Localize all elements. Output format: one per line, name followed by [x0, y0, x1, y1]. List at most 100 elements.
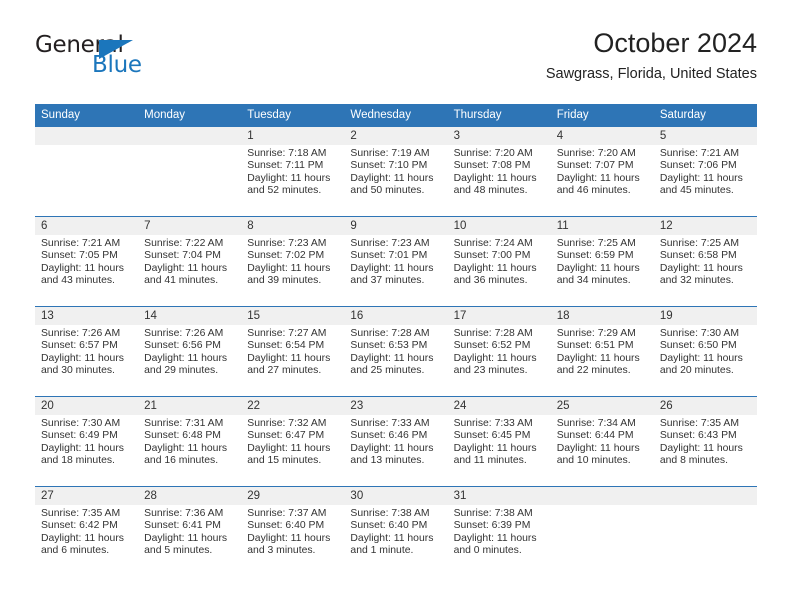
calendar-day-cell[interactable]: 19 Sunrise: 7:30 AM Sunset: 6:50 PM Dayligh… [653, 306, 757, 397]
daylight-text-line2: and 30 minutes. [41, 365, 115, 377]
calendar-day-cell[interactable]: 15 Sunrise: 7:27 AM Sunset: 6:54 PM Dayligh… [241, 306, 345, 397]
day-number: 3 [447, 127, 551, 145]
calendar-day-cell[interactable]: 8 Sunrise: 7:23 AM Sunset: 7:02 PM Daylight… [241, 216, 345, 307]
day-details: Sunrise: 7:21 AM Sunset: 7:05 PM Daylight:… [35, 235, 138, 288]
sunset-text: Sunset: 7:05 PM [41, 250, 118, 262]
calendar-day-cell[interactable]: 20 Sunrise: 7:30 AM Sunset: 6:49 PM Dayligh… [35, 396, 139, 487]
day-number: 6 [35, 217, 139, 235]
day-number: 12 [653, 217, 757, 235]
day-cell-content: 25 Sunrise: 7:34 AM Sunset: 6:44 PM Dayligh… [550, 397, 654, 486]
calendar-day-cell[interactable]: 27 Sunrise: 7:35 AM Sunset: 6:42 PM Dayligh… [35, 486, 139, 576]
sunrise-text: Sunrise: 7:33 AM [453, 418, 533, 429]
calendar-day-cell[interactable]: 29 Sunrise: 7:37 AM Sunset: 6:40 PM Dayligh… [241, 486, 345, 576]
day-details: Sunrise: 7:23 AM Sunset: 7:02 PM Daylight:… [241, 235, 344, 288]
calendar-day-cell[interactable]: 4 Sunrise: 7:20 AM Sunset: 7:07 PM Daylight… [550, 127, 654, 217]
daylight-text-line2: and 22 minutes. [556, 365, 631, 377]
title-block: October 2024 Sawgrass, Florida, United S… [546, 26, 757, 83]
sunrise-text: Sunrise: 7:36 AM [144, 508, 224, 519]
general-blue-logo[interactable]: General Blue [35, 32, 185, 84]
calendar-day-cell[interactable]: 3 Sunrise: 7:20 AM Sunset: 7:08 PM Daylight… [447, 127, 551, 217]
day-number: 24 [447, 397, 551, 415]
daylight-text-line2: and 52 minutes. [247, 185, 322, 197]
sunset-text: Sunset: 6:56 PM [144, 340, 221, 352]
calendar-week-row: 6 Sunrise: 7:21 AM Sunset: 7:05 PM Daylight… [35, 216, 757, 307]
day-details: Sunrise: 7:33 AM Sunset: 6:46 PM Daylight:… [344, 415, 447, 468]
calendar-day-cell[interactable]: 14 Sunrise: 7:26 AM Sunset: 6:56 PM Dayligh… [138, 306, 242, 397]
day-cell-content: 21 Sunrise: 7:31 AM Sunset: 6:48 PM Dayligh… [138, 397, 242, 486]
day-details: Sunrise: 7:31 AM Sunset: 6:48 PM Daylight:… [138, 415, 241, 468]
calendar-day-cell[interactable]: 12 Sunrise: 7:25 AM Sunset: 6:58 PM Dayligh… [653, 216, 757, 307]
daylight-text-line2: and 15 minutes. [247, 455, 322, 467]
daylight-text-line1: Daylight: 11 hours [144, 532, 228, 544]
calendar-day-cell[interactable]: 9 Sunrise: 7:23 AM Sunset: 7:01 PM Daylight… [344, 216, 448, 307]
sunrise-text: Sunrise: 7:20 AM [453, 148, 533, 159]
day-details: Sunrise: 7:34 AM Sunset: 6:44 PM Daylight:… [551, 415, 654, 468]
sunrise-text: Sunrise: 7:38 AM [453, 508, 533, 519]
day-number: 14 [138, 307, 242, 325]
calendar-day-cell[interactable]: 7 Sunrise: 7:22 AM Sunset: 7:04 PM Daylight… [138, 216, 242, 307]
daylight-text-line2: and 27 minutes. [247, 365, 322, 377]
daylight-text-line1: Daylight: 11 hours [247, 442, 331, 454]
calendar-day-cell[interactable]: 25 Sunrise: 7:34 AM Sunset: 6:44 PM Dayligh… [550, 396, 654, 487]
day-cell-content: 7 Sunrise: 7:22 AM Sunset: 7:04 PM Daylight… [138, 217, 242, 306]
day-cell-content: 4 Sunrise: 7:20 AM Sunset: 7:07 PM Daylight… [550, 127, 654, 216]
day-details: Sunrise: 7:18 AM Sunset: 7:11 PM Daylight:… [241, 145, 344, 198]
day-number: 29 [241, 487, 345, 505]
weekday-header-wednesday: Wednesday [344, 104, 448, 127]
calendar-day-cell[interactable]: 21 Sunrise: 7:31 AM Sunset: 6:48 PM Dayligh… [138, 396, 242, 487]
calendar-day-cell[interactable]: 22 Sunrise: 7:32 AM Sunset: 6:47 PM Dayligh… [241, 396, 345, 487]
day-number: 5 [653, 127, 757, 145]
day-details: Sunrise: 7:27 AM Sunset: 6:54 PM Daylight:… [241, 325, 344, 378]
sunrise-text: Sunrise: 7:26 AM [144, 328, 224, 339]
sunset-text: Sunset: 6:47 PM [247, 430, 325, 442]
daylight-text-line2: and 6 minutes. [41, 545, 110, 557]
sunset-text: Sunset: 6:49 PM [41, 430, 118, 442]
day-details: Sunrise: 7:20 AM Sunset: 7:08 PM Daylight:… [448, 145, 551, 198]
day-number: 7 [138, 217, 242, 235]
daylight-text-line2: and 46 minutes. [556, 185, 631, 197]
day-number: 26 [653, 397, 757, 415]
day-number: 22 [241, 397, 345, 415]
day-details: Sunrise: 7:38 AM Sunset: 6:40 PM Daylight:… [344, 505, 447, 558]
calendar-day-cell[interactable]: 18 Sunrise: 7:29 AM Sunset: 6:51 PM Dayligh… [550, 306, 654, 397]
daylight-text-line2: and 8 minutes. [659, 455, 729, 467]
calendar-day-cell[interactable]: 2 Sunrise: 7:19 AM Sunset: 7:10 PM Daylight… [344, 127, 448, 217]
day-details: Sunrise: 7:20 AM Sunset: 7:07 PM Daylight:… [551, 145, 654, 198]
calendar-day-cell[interactable]: 11 Sunrise: 7:25 AM Sunset: 6:59 PM Dayligh… [550, 216, 654, 307]
calendar-day-cell[interactable]: 17 Sunrise: 7:28 AM Sunset: 6:52 PM Dayligh… [447, 306, 551, 397]
daylight-text-line1: Daylight: 11 hours [453, 442, 537, 454]
weekday-header-thursday: Thursday [447, 104, 551, 127]
calendar-day-cell[interactable]: 24 Sunrise: 7:33 AM Sunset: 6:45 PM Dayligh… [447, 396, 551, 487]
daylight-text-line2: and 13 minutes. [350, 455, 425, 467]
sunrise-text: Sunrise: 7:21 AM [659, 148, 739, 159]
calendar-day-cell[interactable]: 5 Sunrise: 7:21 AM Sunset: 7:06 PM Daylight… [653, 127, 757, 217]
day-details: Sunrise: 7:37 AM Sunset: 6:40 PM Daylight:… [241, 505, 344, 558]
calendar-day-cell[interactable]: 23 Sunrise: 7:33 AM Sunset: 6:46 PM Dayligh… [344, 396, 448, 487]
sunset-text: Sunset: 6:53 PM [350, 340, 428, 352]
sunset-text: Sunset: 7:00 PM [453, 250, 531, 262]
sunset-text: Sunset: 6:51 PM [556, 340, 634, 352]
day-number: 25 [550, 397, 654, 415]
day-details: Sunrise: 7:36 AM Sunset: 6:41 PM Daylight:… [138, 505, 241, 558]
day-details: Sunrise: 7:32 AM Sunset: 6:47 PM Daylight:… [241, 415, 344, 468]
calendar-day-cell[interactable]: 13 Sunrise: 7:26 AM Sunset: 6:57 PM Dayligh… [35, 306, 139, 397]
sunrise-text: Sunrise: 7:20 AM [556, 148, 636, 159]
daylight-text-line1: Daylight: 11 hours [144, 442, 228, 454]
sunrise-text: Sunrise: 7:35 AM [659, 418, 739, 429]
day-details: Sunrise: 7:22 AM Sunset: 7:04 PM Daylight:… [138, 235, 241, 288]
calendar-day-cell[interactable]: 30 Sunrise: 7:38 AM Sunset: 6:40 PM Dayligh… [344, 486, 448, 576]
daylight-text-line1: Daylight: 11 hours [453, 172, 537, 184]
calendar-week-row: 27 Sunrise: 7:35 AM Sunset: 6:42 PM Dayligh… [35, 486, 757, 576]
day-number: 28 [138, 487, 242, 505]
calendar-day-cell[interactable]: 6 Sunrise: 7:21 AM Sunset: 7:05 PM Daylight… [35, 216, 139, 307]
day-number [35, 127, 139, 145]
calendar-day-cell[interactable]: 28 Sunrise: 7:36 AM Sunset: 6:41 PM Dayligh… [138, 486, 242, 576]
calendar-day-cell[interactable]: 10 Sunrise: 7:24 AM Sunset: 7:00 PM Dayligh… [447, 216, 551, 307]
calendar-day-cell[interactable]: 1 Sunrise: 7:18 AM Sunset: 7:11 PM Daylight… [241, 127, 345, 217]
calendar-day-cell[interactable]: 31 Sunrise: 7:38 AM Sunset: 6:39 PM Dayligh… [447, 486, 551, 576]
daylight-text-line2: and 36 minutes. [453, 275, 528, 287]
daylight-text-line1: Daylight: 11 hours [350, 172, 434, 184]
calendar-week-row: 1 Sunrise: 7:18 AM Sunset: 7:11 PM Daylight… [35, 127, 757, 217]
calendar-day-cell[interactable]: 16 Sunrise: 7:28 AM Sunset: 6:53 PM Dayligh… [344, 306, 448, 397]
calendar-day-cell[interactable]: 26 Sunrise: 7:35 AM Sunset: 6:43 PM Dayligh… [653, 396, 757, 487]
